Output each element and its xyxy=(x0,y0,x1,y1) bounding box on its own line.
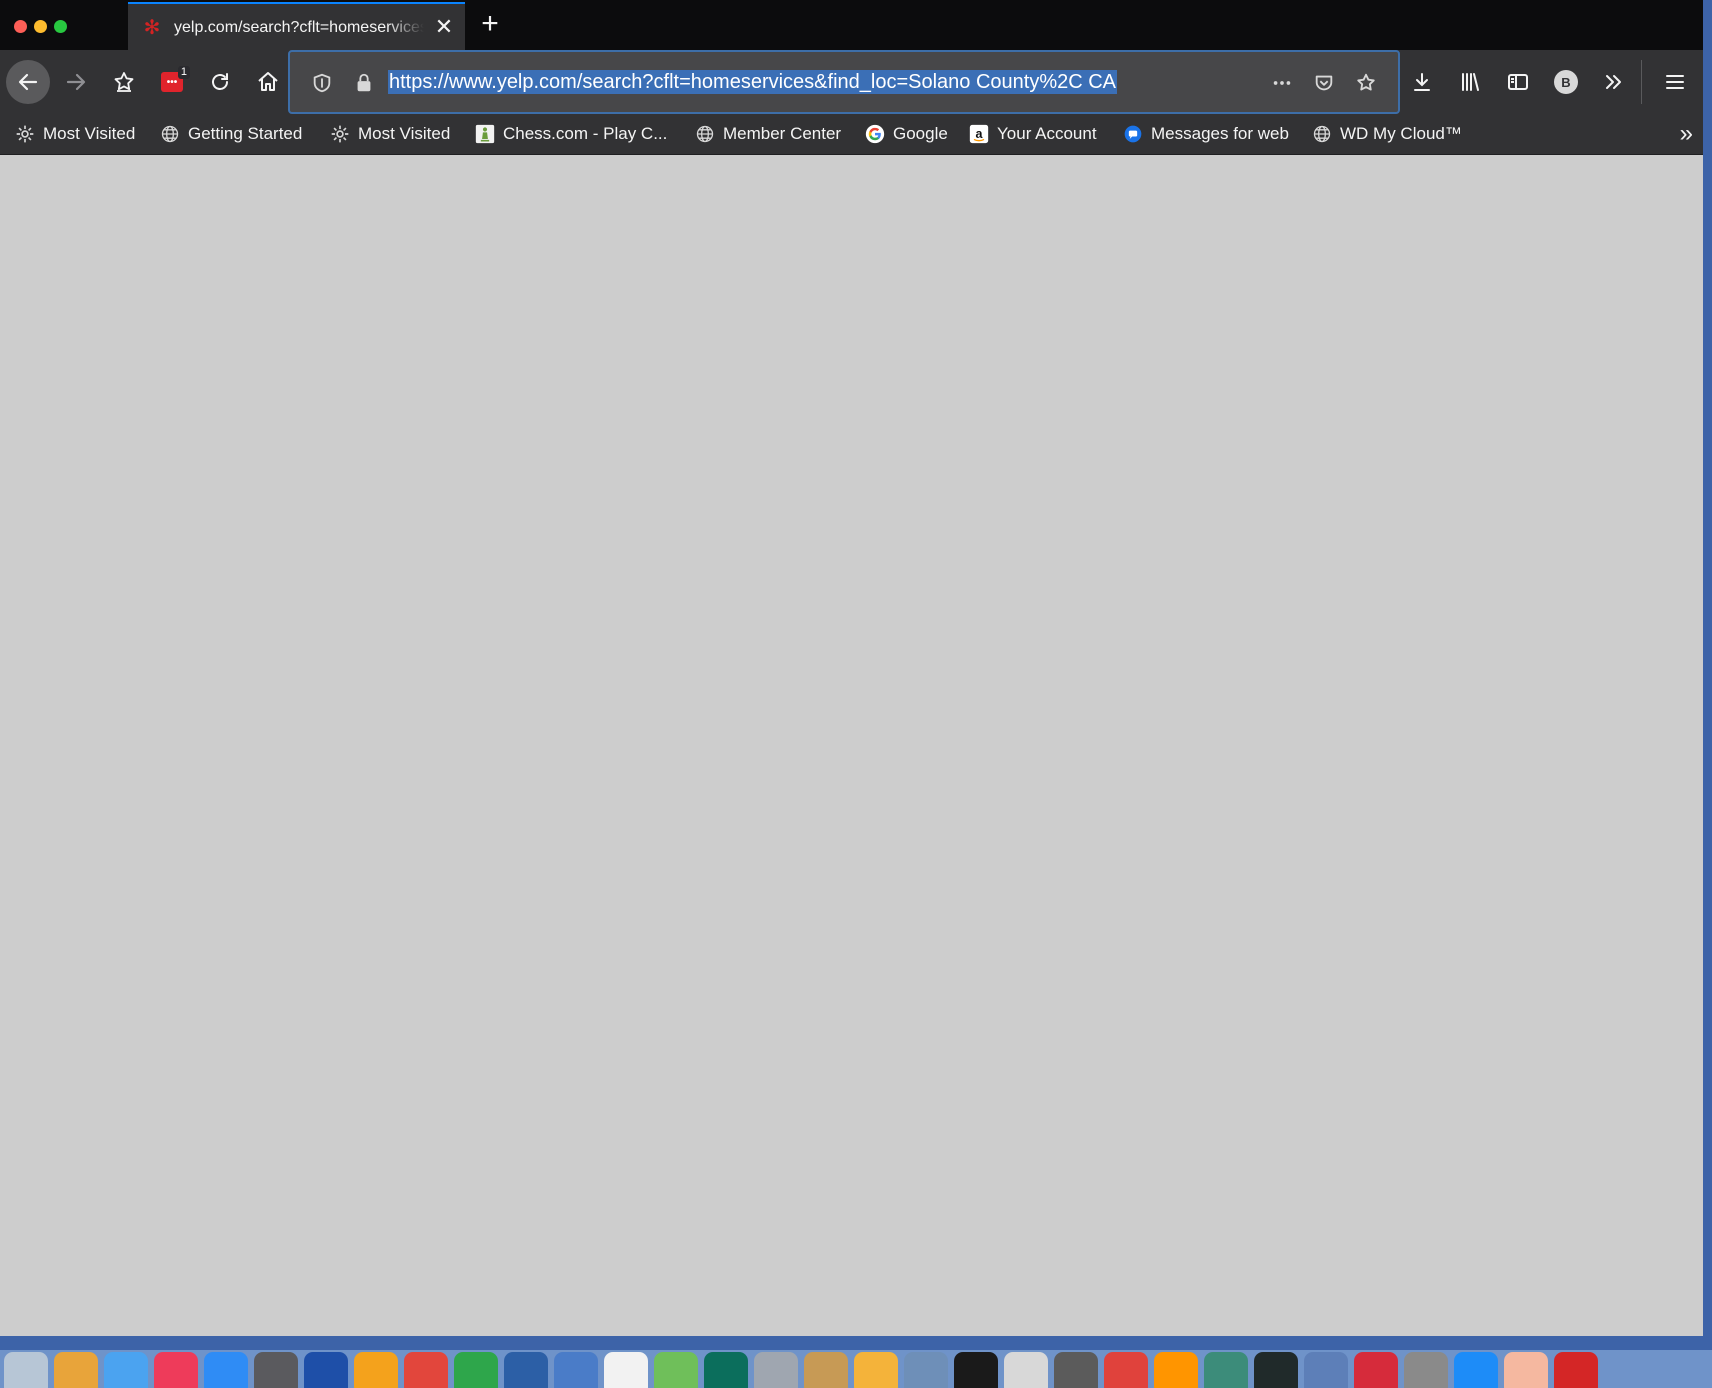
extension-button[interactable]: ••• 1 xyxy=(152,62,192,102)
bookmark-most-visited[interactable]: Most Visited xyxy=(14,122,135,146)
profile-avatar[interactable]: B xyxy=(1546,62,1586,102)
dock-app-icon[interactable] xyxy=(904,1352,948,1388)
tab-yelp[interactable]: ✻ yelp.com/search?cflt=homeservices&find… xyxy=(128,2,465,50)
dock-app-icon[interactable] xyxy=(504,1352,548,1388)
bookmark-label: Most Visited xyxy=(43,124,136,143)
dock-app-icon[interactable] xyxy=(154,1352,198,1388)
dock xyxy=(0,1350,1712,1388)
downloads-icon[interactable] xyxy=(1402,62,1442,102)
dock-app-icon[interactable] xyxy=(54,1352,98,1388)
window-close-button[interactable] xyxy=(14,20,27,33)
pocket-icon[interactable] xyxy=(1312,71,1336,95)
dock-app-icon[interactable] xyxy=(1504,1352,1548,1388)
dock-app-icon[interactable] xyxy=(1354,1352,1398,1388)
bookmark-getting-started[interactable]: Getting Started xyxy=(159,122,302,146)
dock-app-icon[interactable] xyxy=(804,1352,848,1388)
dock-app-icon[interactable] xyxy=(854,1352,898,1388)
dock-app-icon[interactable] xyxy=(354,1352,398,1388)
dock-app-icon[interactable] xyxy=(104,1352,148,1388)
gear-icon xyxy=(329,123,351,145)
extension-badge: 1 xyxy=(177,66,190,79)
bookmark-most-visited-2[interactable]: Most Visited xyxy=(329,122,450,146)
overflow-chevron-icon[interactable] xyxy=(1594,62,1634,102)
url-bar[interactable]: https://www.yelp.com/search?cflt=homeser… xyxy=(288,50,1400,114)
gear-icon xyxy=(14,123,36,145)
dock-app-icon[interactable] xyxy=(604,1352,648,1388)
bookmarks-overflow-chevron-icon[interactable]: » xyxy=(1680,122,1693,146)
dock-app-icon[interactable] xyxy=(304,1352,348,1388)
dock-app-icon[interactable] xyxy=(754,1352,798,1388)
lock-icon[interactable] xyxy=(352,71,376,95)
dock-app-icon[interactable] xyxy=(454,1352,498,1388)
dock-app-icon[interactable] xyxy=(704,1352,748,1388)
bookmark-star-icon[interactable] xyxy=(104,62,144,102)
reload-button[interactable] xyxy=(200,62,240,102)
dock-app-icon[interactable] xyxy=(554,1352,598,1388)
dock-app-icon[interactable] xyxy=(1004,1352,1048,1388)
google-icon xyxy=(864,123,886,145)
dock-app-icon[interactable] xyxy=(1404,1352,1448,1388)
tab-title: yelp.com/search?cflt=homeservices&find_l… xyxy=(174,19,424,36)
bookmark-label: Most Visited xyxy=(358,124,451,143)
dock-app-icon[interactable] xyxy=(1304,1352,1348,1388)
bookmark-your-account[interactable]: a Your Account xyxy=(968,122,1097,146)
forward-button[interactable] xyxy=(56,62,96,102)
bookmark-label: Google xyxy=(893,124,948,143)
browser-window: ✻ yelp.com/search?cflt=homeservices&find… xyxy=(0,0,1703,1336)
star-icon[interactable] xyxy=(1354,71,1378,95)
bookmark-messages[interactable]: Messages for web xyxy=(1122,122,1289,146)
new-tab-button[interactable]: + xyxy=(476,9,504,39)
bookmark-label: Your Account xyxy=(997,124,1097,143)
dock-app-icon[interactable] xyxy=(4,1352,48,1388)
dock-app-icon[interactable] xyxy=(204,1352,248,1388)
back-button[interactable] xyxy=(6,60,50,104)
bookmark-wd-my-cloud[interactable]: WD My Cloud™ xyxy=(1311,122,1462,146)
svg-text:a: a xyxy=(976,127,984,141)
url-input[interactable]: https://www.yelp.com/search?cflt=homeser… xyxy=(388,70,1118,94)
page-content xyxy=(0,155,1703,1336)
chess-icon xyxy=(474,123,496,145)
window-minimize-button[interactable] xyxy=(34,20,47,33)
page-actions-icon[interactable] xyxy=(1270,71,1294,95)
hamburger-menu-icon[interactable] xyxy=(1655,62,1695,102)
close-tab-icon[interactable]: ✕ xyxy=(433,16,455,38)
bookmark-member-center[interactable]: Member Center xyxy=(694,122,841,146)
globe-icon xyxy=(694,123,716,145)
toolbar-separator xyxy=(1641,60,1642,104)
dock-app-icon[interactable] xyxy=(1454,1352,1498,1388)
dock-app-icon[interactable] xyxy=(1254,1352,1298,1388)
bookmark-label: Messages for web xyxy=(1151,124,1289,143)
globe-icon xyxy=(1311,123,1333,145)
bookmark-label: Chess.com - Play C... xyxy=(503,124,668,143)
home-button[interactable] xyxy=(248,62,288,102)
yelp-icon: ✻ xyxy=(143,17,161,39)
dock-app-icon[interactable] xyxy=(1204,1352,1248,1388)
dock-app-icon[interactable] xyxy=(1154,1352,1198,1388)
bookmark-label: Member Center xyxy=(723,124,842,143)
messages-icon xyxy=(1122,123,1144,145)
dock-app-icon[interactable] xyxy=(254,1352,298,1388)
profile-initial: B xyxy=(1554,70,1578,94)
amazon-icon: a xyxy=(968,123,990,145)
bookmark-chess[interactable]: Chess.com - Play C... xyxy=(474,122,667,146)
dock-app-icon[interactable] xyxy=(1554,1352,1598,1388)
bookmark-label: WD My Cloud™ xyxy=(1340,124,1462,143)
library-icon[interactable] xyxy=(1450,62,1490,102)
bookmark-label: Getting Started xyxy=(188,124,303,143)
globe-icon xyxy=(159,123,181,145)
tracking-shield-icon[interactable] xyxy=(310,71,334,95)
dock-app-icon[interactable] xyxy=(404,1352,448,1388)
dock-app-icon[interactable] xyxy=(954,1352,998,1388)
window-zoom-button[interactable] xyxy=(54,20,67,33)
sidebar-icon[interactable] xyxy=(1498,62,1538,102)
tab-bar: ✻ yelp.com/search?cflt=homeservices&find… xyxy=(0,0,1703,50)
dock-app-icon[interactable] xyxy=(1054,1352,1098,1388)
bookmark-google[interactable]: Google xyxy=(864,122,948,146)
bookmarks-toolbar: Most Visited Getting Started Most Visite… xyxy=(0,114,1703,155)
dock-app-icon[interactable] xyxy=(1104,1352,1148,1388)
dock-app-icon[interactable] xyxy=(654,1352,698,1388)
